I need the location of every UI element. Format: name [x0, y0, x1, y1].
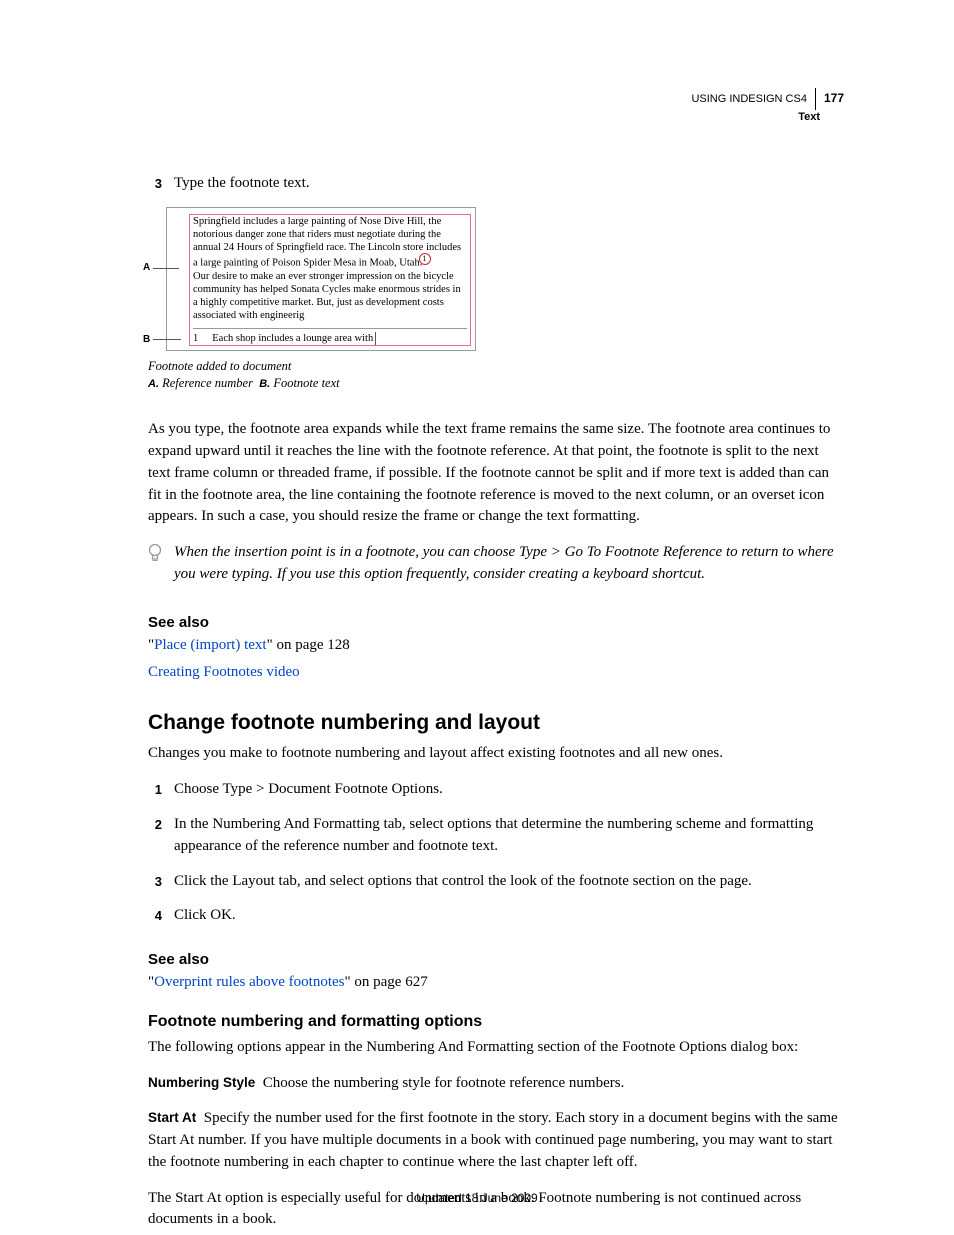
- callout-label-a: A: [143, 262, 150, 273]
- heading-options: Footnote numbering and formatting option…: [148, 1013, 844, 1031]
- header-product: USING INDESIGN CS4: [691, 92, 807, 106]
- step-text: Choose Type > Document Footnote Options.: [174, 778, 844, 801]
- heading-change-footnote: Change footnote numbering and layout: [148, 711, 844, 735]
- option-text: Specify the number used for the first fo…: [148, 1110, 838, 1170]
- option-label: Numbering Style: [148, 1075, 255, 1090]
- leader-line-a: [153, 268, 179, 269]
- step-number: 3: [148, 172, 162, 195]
- link-creating-footnotes-video[interactable]: Creating Footnotes video: [148, 664, 300, 680]
- step-number: 1: [148, 778, 162, 801]
- link-place-import-text[interactable]: Place (import) text: [154, 637, 266, 653]
- paragraph-expand: As you type, the footnote area expands w…: [148, 419, 844, 528]
- lightbulb-icon: [148, 542, 164, 586]
- paragraph-change-intro: Changes you make to footnote numbering a…: [148, 743, 844, 765]
- step-number: 2: [148, 813, 162, 858]
- step-number: 4: [148, 904, 162, 927]
- key-a-label: A.: [148, 378, 159, 390]
- figure-frame: A B Springfield includes a large paintin…: [166, 207, 476, 352]
- option-label: Start At: [148, 1110, 196, 1125]
- see-also-link-1: "Place (import) text" on page 128: [148, 637, 844, 654]
- header-section: Text: [148, 110, 820, 124]
- see-also-heading: See also: [148, 614, 844, 631]
- change-step-1: 1 Choose Type > Document Footnote Option…: [148, 778, 844, 801]
- figure-callout-key: A. Reference number B. Footnote text: [148, 376, 844, 391]
- page-content: USING INDESIGN CS4 177 Text 3 Type the f…: [0, 0, 954, 1231]
- change-step-2: 2 In the Numbering And Formatting tab, s…: [148, 813, 844, 858]
- option-text: Choose the numbering style for footnote …: [263, 1075, 625, 1091]
- page-footer: Updated 18 June 2009: [0, 1191, 954, 1205]
- see-also-link-3: "Overprint rules above footnotes" on pag…: [148, 974, 844, 991]
- footnote-reference-marker: 1: [422, 254, 426, 270]
- header-divider: [815, 88, 816, 110]
- figure-caption: Footnote added to document: [148, 359, 844, 374]
- figure-paragraph-2: Our desire to make an ever stronger impr…: [193, 270, 467, 323]
- leader-line-b: [153, 339, 181, 340]
- figure-footnote: A B Springfield includes a large paintin…: [166, 207, 476, 352]
- change-step-3: 3 Click the Layout tab, and select optio…: [148, 870, 844, 893]
- step-text: Type the footnote text.: [174, 172, 844, 195]
- key-b-text: Footnote text: [273, 376, 339, 390]
- footnote-number: 1: [193, 332, 198, 345]
- option-start-at: Start At Specify the number used for the…: [148, 1108, 844, 1173]
- option-numbering-style: Numbering Style Choose the numbering sty…: [148, 1073, 844, 1095]
- see-also-heading-2: See also: [148, 951, 844, 968]
- key-a-text: Reference number: [162, 376, 253, 390]
- step-text: In the Numbering And Formatting tab, sel…: [174, 813, 844, 858]
- tip-text: When the insertion point is in a footnot…: [174, 542, 844, 586]
- key-b-label: B.: [259, 378, 270, 390]
- link-overprint-rules[interactable]: Overprint rules above footnotes: [154, 974, 344, 990]
- step-text: Click OK.: [174, 904, 844, 927]
- footnote-text: Each shop includes a lounge area with: [212, 332, 376, 345]
- callout-label-b: B: [143, 334, 150, 345]
- step-text: Click the Layout tab, and select options…: [174, 870, 844, 893]
- step-3: 3 Type the footnote text.: [148, 172, 844, 195]
- step-number: 3: [148, 870, 162, 893]
- page-number: 177: [824, 91, 844, 107]
- page-header: USING INDESIGN CS4 177 Text: [148, 88, 844, 124]
- footnote-area: 1 Each shop includes a lounge area with: [193, 328, 467, 345]
- figure-paragraph-1: Springfield includes a large painting of…: [193, 215, 467, 270]
- paragraph-options-intro: The following options appear in the Numb…: [148, 1037, 844, 1059]
- tip-block: When the insertion point is in a footnot…: [148, 542, 844, 586]
- see-also-link-2: Creating Footnotes video: [148, 664, 844, 681]
- figure-text-frame: Springfield includes a large painting of…: [189, 214, 471, 347]
- change-step-4: 4 Click OK.: [148, 904, 844, 927]
